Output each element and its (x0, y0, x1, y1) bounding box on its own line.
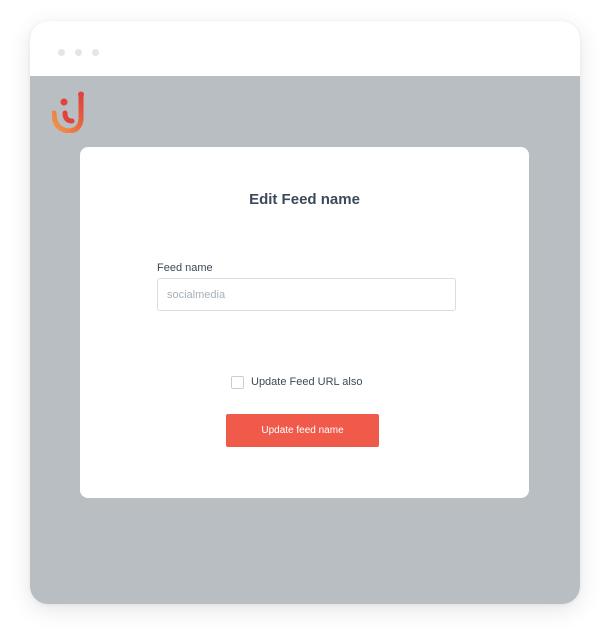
update-url-checkbox[interactable] (231, 375, 244, 389)
modal-title: Edit Feed name (249, 191, 360, 208)
brand-logo-icon (51, 91, 84, 134)
window-titlebar (30, 21, 580, 76)
app-window: Edit Feed name Feed name Update Feed URL… (30, 21, 580, 604)
update-url-label[interactable]: Update Feed URL also (251, 376, 363, 388)
update-feed-name-button[interactable]: Update feed name (226, 414, 379, 447)
window-dot-icon (75, 49, 82, 56)
update-url-option[interactable]: Update Feed URL also (231, 375, 363, 389)
feed-name-input[interactable] (157, 278, 456, 311)
edit-feed-modal: Edit Feed name Feed name Update Feed URL… (80, 147, 529, 498)
feed-name-label: Feed name (157, 262, 213, 274)
window-dot-icon (92, 49, 99, 56)
window-dot-icon (58, 49, 65, 56)
